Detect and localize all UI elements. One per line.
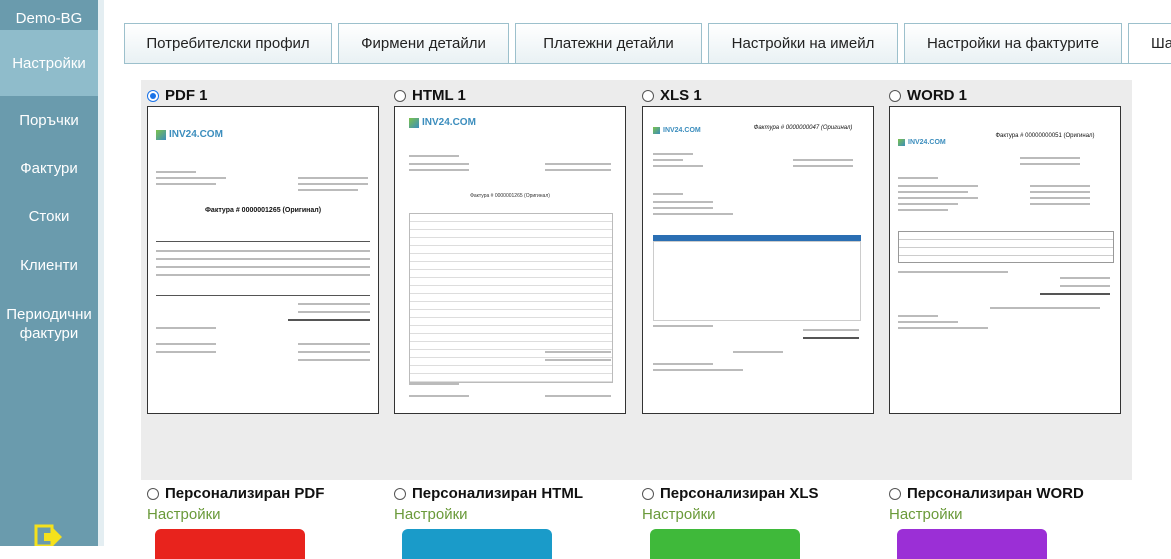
preview-title: Фактура # 00000000051 (Оригинал): [995, 133, 1095, 139]
template-preview-html[interactable]: INV24.COM Фактура # 0000001265 (Оригинал…: [394, 106, 626, 414]
template-radio[interactable]: [394, 89, 406, 102]
tab-invoice-settings[interactable]: Настройки на фактурите: [904, 23, 1122, 63]
tab-company-details[interactable]: Фирмени детайли: [338, 23, 509, 63]
template-radio[interactable]: [147, 487, 159, 500]
logo: INV24.COM: [898, 139, 946, 146]
custom-template-word[interactable]: Персонализиран WORD Настройки: [889, 485, 1084, 523]
settings-link[interactable]: Настройки: [889, 506, 1084, 523]
template-radio[interactable]: [394, 487, 406, 500]
tab-payment-details[interactable]: Платежни детайли: [515, 23, 702, 63]
template-radio[interactable]: [889, 89, 901, 102]
sidebar-item-orders[interactable]: Поръчки: [0, 96, 98, 144]
logo-icon: [409, 117, 419, 128]
sidebar-item-invoices[interactable]: Фактури: [0, 144, 98, 192]
template-radio[interactable]: [889, 487, 901, 500]
settings-link[interactable]: Настройки: [147, 506, 324, 523]
template-preview-xls[interactable]: INV24.COM Фактура # 0000000047 (Оригинал…: [642, 106, 874, 414]
custom-template-xls[interactable]: Персонализиран XLS Настройки: [642, 485, 819, 523]
sidebar-item-settings[interactable]: Настройки: [0, 30, 98, 96]
template-label: XLS 1: [660, 87, 702, 104]
preview-title: Фактура # 0000001265 (Оригинал): [204, 207, 322, 214]
settings-tabs: Потребителски профил Фирмени детайли Пла…: [124, 23, 1171, 63]
preview-title: Фактура # 0000000047 (Оригинал): [753, 125, 853, 131]
template-radio[interactable]: [642, 487, 654, 500]
template-label: Персонализиран XLS: [660, 485, 819, 502]
template-html-1[interactable]: HTML 1: [394, 87, 466, 104]
logo-icon: [653, 127, 660, 134]
preview-table: [898, 231, 1114, 263]
logo-icon: [898, 139, 905, 146]
xls-file-icon[interactable]: [650, 529, 800, 559]
sidebar: Demo-BG Настройки Поръчки Фактури Стоки …: [0, 0, 98, 548]
settings-link[interactable]: Настройки: [394, 506, 583, 523]
template-label: PDF 1: [165, 87, 208, 104]
preview-title: Фактура # 0000001265 (Оригинал): [470, 193, 550, 199]
template-label: WORD 1: [907, 87, 967, 104]
logo: INV24.COM: [653, 127, 701, 134]
template-radio[interactable]: [642, 89, 654, 102]
custom-template-html[interactable]: Персонализиран HTML Настройки: [394, 485, 583, 523]
tab-templates[interactable]: Ша: [1128, 23, 1171, 63]
template-label: Персонализиран WORD: [907, 485, 1084, 502]
settings-link[interactable]: Настройки: [642, 506, 819, 523]
logout-icon[interactable]: [34, 524, 64, 548]
template-label: Персонализиран PDF: [165, 485, 325, 502]
logo: INV24.COM: [156, 129, 223, 140]
pdf-file-icon[interactable]: [155, 529, 305, 559]
logo: INV24.COM: [409, 117, 476, 128]
sidebar-item-recurring-invoices[interactable]: Периодични фактури: [0, 289, 98, 359]
custom-template-pdf[interactable]: Персонализиран PDF Настройки: [147, 485, 324, 523]
tab-email-settings[interactable]: Настройки на имейл: [708, 23, 898, 63]
template-word-1[interactable]: WORD 1: [889, 87, 967, 104]
tab-divider: [124, 63, 1171, 64]
logo-icon: [156, 129, 166, 140]
template-pdf-1[interactable]: PDF 1: [147, 87, 208, 104]
template-radio[interactable]: [147, 89, 159, 102]
preview-table: [653, 241, 861, 321]
sidebar-item-products[interactable]: Стоки: [0, 192, 98, 241]
sidebar-divider: [98, 0, 104, 546]
template-label: Персонализиран HTML: [412, 485, 584, 502]
template-xls-1[interactable]: XLS 1: [642, 87, 702, 104]
template-preview-pdf[interactable]: INV24.COM Фактура # 0000001265 (Оригинал…: [147, 106, 379, 414]
preview-table: [409, 213, 613, 383]
sidebar-item-clients[interactable]: Клиенти: [0, 241, 98, 289]
template-label: HTML 1: [412, 87, 466, 104]
word-file-icon[interactable]: [897, 529, 1047, 559]
template-preview-word[interactable]: INV24.COM Фактура # 00000000051 (Оригина…: [889, 106, 1121, 414]
html-file-icon[interactable]: [402, 529, 552, 559]
brand-label[interactable]: Demo-BG: [0, 0, 98, 30]
tab-user-profile[interactable]: Потребителски профил: [124, 23, 332, 63]
